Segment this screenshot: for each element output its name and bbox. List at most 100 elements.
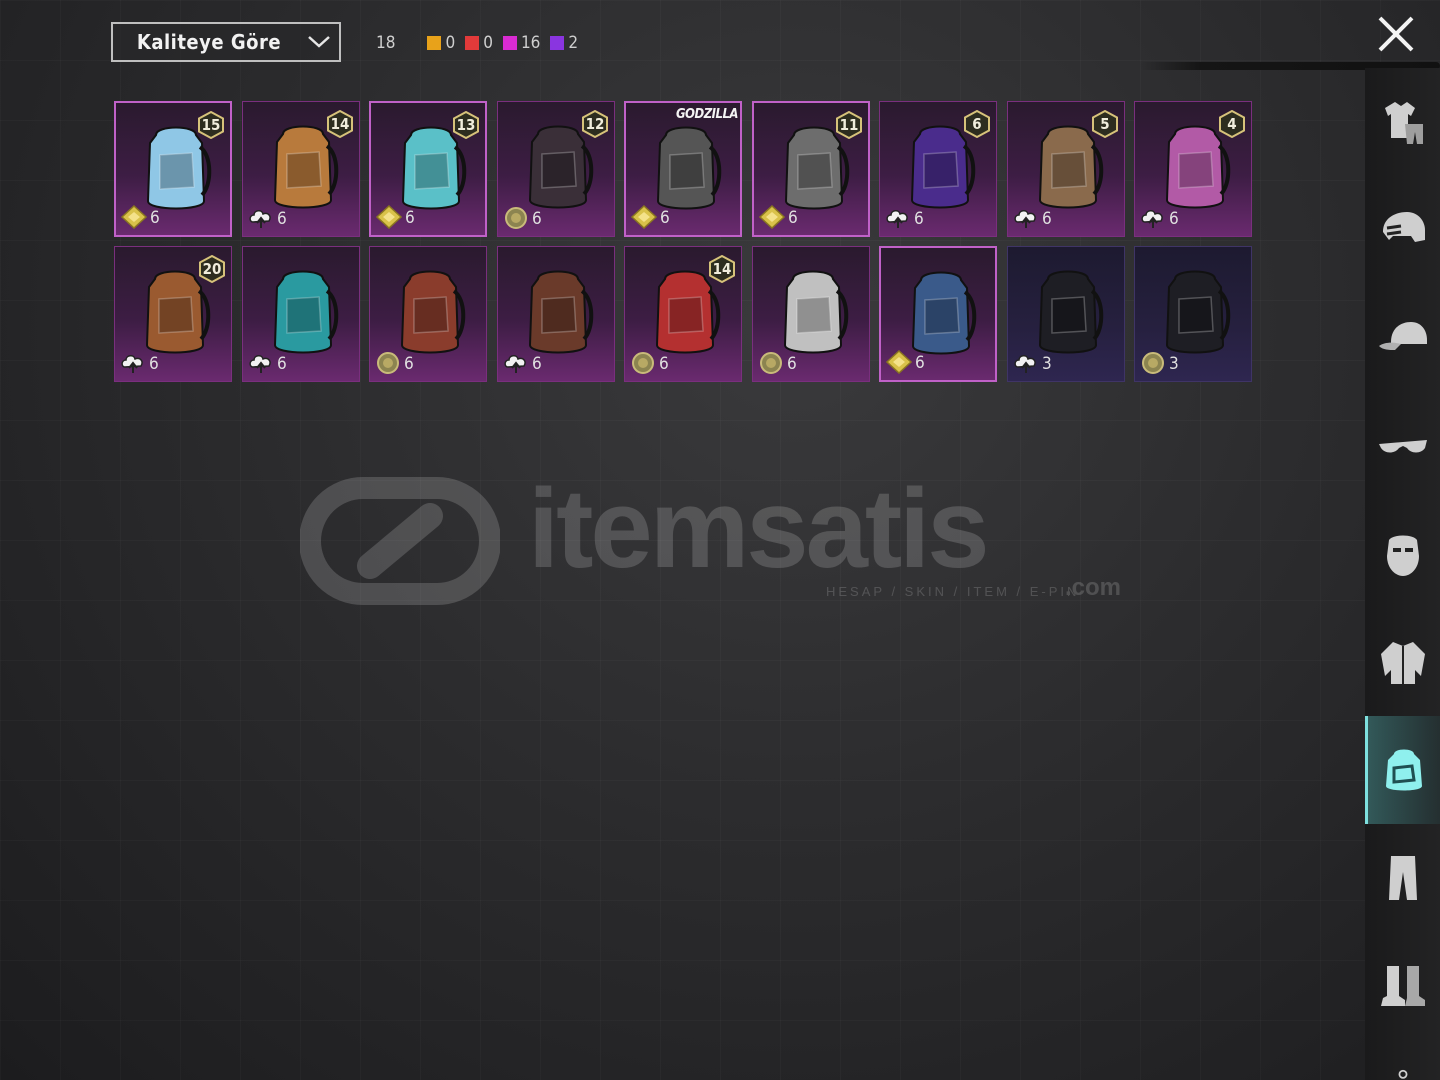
backpack-item[interactable]: 6 <box>879 246 997 382</box>
item-count: 6 <box>915 353 925 373</box>
category-mask[interactable] <box>1365 500 1440 608</box>
category-backpack[interactable] <box>1365 716 1440 824</box>
watermark-logo-icon <box>300 477 500 605</box>
backpack-item[interactable]: 6 <box>369 246 487 382</box>
watermark: itemsatis HESAP / SKIN / ITEM / E-PIN .c… <box>300 466 1150 610</box>
rarity-count-mythic: 0 <box>483 33 493 53</box>
item-count: 6 <box>404 354 414 374</box>
backpack-item[interactable]: 20 6 <box>114 246 232 382</box>
level-badge: 12 <box>582 109 608 139</box>
backpack-image-icon <box>783 270 849 354</box>
chevron-down-icon <box>299 23 339 61</box>
backpack-item[interactable]: 15 6 <box>114 101 232 237</box>
level-number: 6 <box>972 115 982 133</box>
upgrade-cloud-icon <box>249 210 271 228</box>
backpack-image-icon <box>1165 270 1231 354</box>
level-badge: 13 <box>453 110 479 140</box>
level-number: 14 <box>330 115 350 133</box>
level-badge: 14 <box>709 254 735 284</box>
watermark-suffix: .com <box>1065 574 1122 601</box>
gold-diamond-icon <box>121 205 147 229</box>
backpack-image-icon <box>528 270 594 354</box>
item-count: 6 <box>788 208 798 228</box>
backpack-item[interactable]: 3 <box>1007 246 1125 382</box>
total-count: 18 <box>376 33 396 53</box>
gold-coin-icon <box>377 352 399 374</box>
category-pants[interactable] <box>1365 824 1440 932</box>
backpack-image-icon <box>911 271 977 355</box>
gold-diamond-icon <box>631 205 657 229</box>
upgrade-cloud-icon <box>504 355 526 373</box>
level-badge: 20 <box>199 254 225 284</box>
upgrade-cloud-icon <box>1141 210 1163 228</box>
backpack-image-icon <box>273 270 339 354</box>
backpack-image-icon <box>400 270 466 354</box>
upgrade-cloud-icon <box>249 355 271 373</box>
pants-icon <box>1388 856 1417 900</box>
sort-dropdown-label: Kaliteye Göre <box>136 30 282 54</box>
watermark-brand: itemsatis <box>528 466 990 591</box>
backpack-item[interactable]: 13 6 <box>369 101 487 237</box>
backpack-item[interactable]: 46 <box>1134 101 1252 237</box>
level-badge: 11 <box>836 110 862 140</box>
category-helmet[interactable] <box>1365 176 1440 284</box>
close-icon <box>1378 16 1414 52</box>
level-badge: 6 <box>964 109 990 139</box>
backpack-item[interactable]: GODZILLA 6 <box>624 101 742 237</box>
item-count: 3 <box>1169 354 1179 374</box>
mask-icon <box>1386 535 1419 576</box>
category-glasses[interactable] <box>1365 392 1440 500</box>
backpack-item[interactable]: 12 6 <box>497 101 615 237</box>
upgrade-cloud-icon <box>886 210 908 228</box>
backpack-item[interactable]: 66 <box>879 101 997 237</box>
backpack-item[interactable]: 6 <box>752 246 870 382</box>
level-badge: 14 <box>327 109 353 139</box>
jacket-icon <box>1380 642 1425 684</box>
backpack-item[interactable]: 6 <box>497 246 615 382</box>
level-number: 11 <box>839 116 859 134</box>
glasses-icon <box>1378 440 1427 453</box>
category-boots[interactable] <box>1365 932 1440 1040</box>
category-more[interactable] <box>1365 1040 1440 1080</box>
category-cap[interactable] <box>1365 284 1440 392</box>
rarity-count-rare: 2 <box>568 33 579 53</box>
item-count: 6 <box>659 354 669 374</box>
level-badge: 15 <box>198 110 224 140</box>
brand-label: GODZILLA <box>675 107 739 122</box>
backpack-item[interactable]: 6 <box>242 246 360 382</box>
item-count: 6 <box>787 354 797 374</box>
backpack-item[interactable]: 14 6 <box>242 101 360 237</box>
level-number: 20 <box>202 260 222 278</box>
level-number: 15 <box>201 116 221 134</box>
backpack-item[interactable]: 14 6 <box>624 246 742 382</box>
level-number: 5 <box>1100 115 1110 133</box>
gold-diamond-icon <box>376 205 402 229</box>
rarity-count-epic: 16 <box>520 33 541 53</box>
item-count: 6 <box>277 209 287 229</box>
item-count: 6 <box>277 354 287 374</box>
backpack-icon <box>1386 749 1422 791</box>
helmet-icon <box>1382 212 1425 242</box>
level-badge: 4 <box>1219 109 1245 139</box>
category-outfit[interactable] <box>1365 68 1440 176</box>
more-icon <box>1398 1069 1407 1079</box>
backpack-item[interactable]: 3 <box>1134 246 1252 382</box>
backpack-item[interactable]: 11 6 <box>752 101 870 237</box>
backpack-item[interactable]: 56 <box>1007 101 1125 237</box>
item-count: 6 <box>150 208 160 228</box>
item-count: 6 <box>532 354 542 374</box>
level-number: 14 <box>712 260 732 278</box>
close-button[interactable] <box>1374 12 1418 56</box>
rarity-count-legendary: 0 <box>445 33 456 53</box>
gold-coin-icon <box>1142 352 1164 374</box>
gold-diamond-icon <box>759 205 785 229</box>
level-badge: 5 <box>1092 109 1118 139</box>
item-count: 6 <box>149 354 159 374</box>
cap-icon <box>1378 322 1427 350</box>
upgrade-cloud-icon <box>121 355 143 373</box>
level-number: 12 <box>585 115 605 133</box>
level-number: 13 <box>456 116 476 134</box>
sort-dropdown[interactable]: Kaliteye Göre <box>111 22 341 62</box>
gold-coin-icon <box>505 207 527 229</box>
category-jacket[interactable] <box>1365 608 1440 716</box>
